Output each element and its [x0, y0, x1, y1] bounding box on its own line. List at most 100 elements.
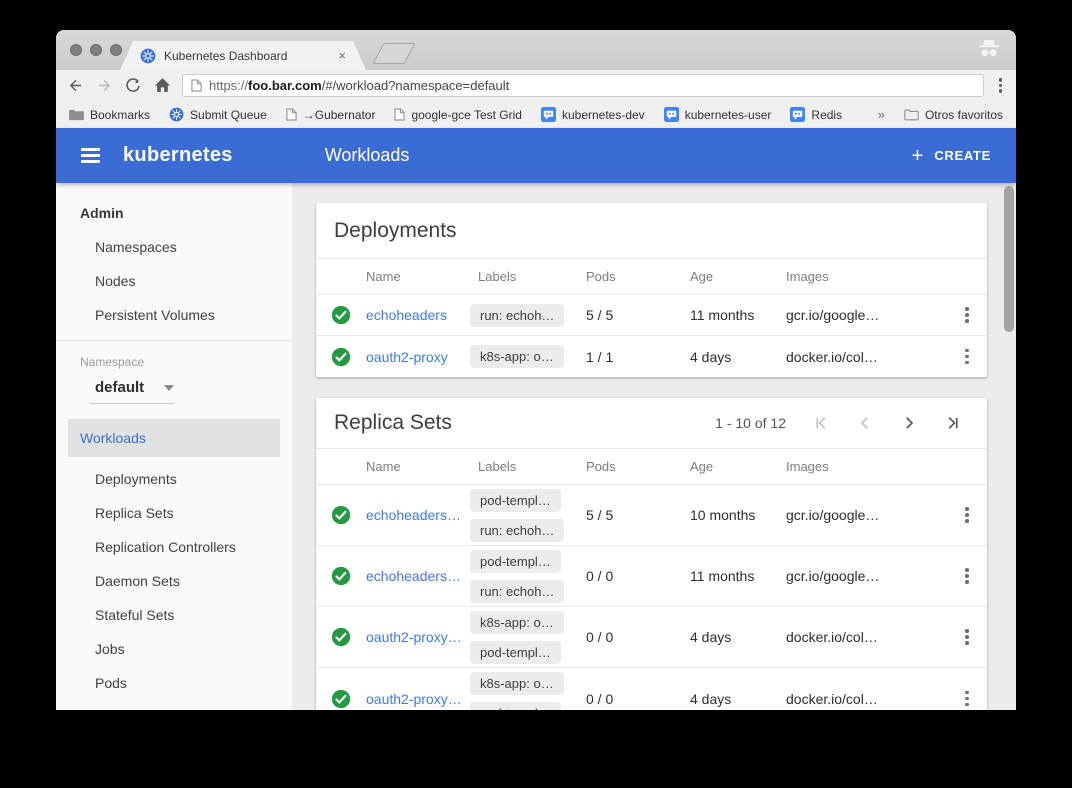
forward-icon[interactable] [95, 77, 113, 95]
window-controls [70, 44, 122, 56]
images-cell: docker.io/col… [786, 691, 947, 707]
scrollbar[interactable] [1002, 183, 1016, 710]
sidebar-item-stateful-sets[interactable]: Stateful Sets [56, 598, 292, 632]
namespace-select[interactable]: default [90, 379, 174, 404]
row-menu-icon[interactable] [961, 625, 973, 649]
desktop-background: { "colors": { "header_blue": "#3b6cd6", … [0, 0, 1072, 788]
sidebar-item-namespaces[interactable]: Namespaces [56, 230, 292, 264]
status-ok-icon [331, 305, 351, 325]
pagination: 1 - 10 of 12 [715, 414, 962, 432]
other-favorites-folder[interactable]: Otros favoritos [904, 108, 1003, 122]
bookmark-gubernator[interactable]: →Gubernator [286, 108, 376, 122]
sidebar-item-replication-controllers[interactable]: Replication Controllers [56, 530, 292, 564]
bookmark-kubernetes-dev[interactable]: kubernetes-dev [541, 107, 645, 122]
column-header-pods: Pods [586, 459, 690, 474]
bookmark-kubernetes-user[interactable]: kubernetes-user [664, 107, 772, 122]
pods-cell: 1 / 1 [586, 349, 690, 365]
browser-tab[interactable]: Kubernetes Dashboard × [120, 41, 366, 70]
row-menu-icon[interactable] [961, 345, 973, 369]
sidebar-item-replica-sets[interactable]: Replica Sets [56, 496, 292, 530]
replica-set-name-link[interactable]: oauth2-proxy… [366, 629, 478, 645]
status-ok-icon [331, 566, 351, 586]
bookmarks-overflow-chevron-icon[interactable]: » [878, 107, 885, 122]
pods-cell: 5 / 5 [586, 307, 690, 323]
bookmark-submit-queue[interactable]: Submit Queue [169, 107, 267, 122]
label-chip[interactable]: pod-templ… [470, 702, 561, 710]
images-cell: docker.io/col… [786, 629, 947, 645]
deployment-name-link[interactable]: oauth2-proxy [366, 349, 478, 365]
namespace-label: Namespace [56, 343, 292, 369]
pods-cell: 5 / 5 [586, 507, 690, 523]
scrollbar-thumb[interactable] [1004, 186, 1014, 332]
page-icon [394, 108, 405, 121]
bookmark-bookmarks-folder[interactable]: Bookmarks [69, 108, 150, 122]
new-tab-button[interactable] [372, 43, 415, 64]
label-chip[interactable]: run: echoh… [470, 519, 564, 542]
deployments-card: Deployments Name Labels Pods Age Images … [316, 203, 987, 377]
last-page-icon[interactable] [944, 414, 962, 432]
reload-icon[interactable] [124, 77, 142, 95]
zoom-window-button[interactable] [110, 44, 122, 56]
label-chip[interactable]: k8s-app: o… [470, 611, 564, 634]
url-text: https://foo.bar.com/#/workload?namespace… [209, 78, 509, 93]
browser-menu-icon[interactable] [995, 78, 1007, 93]
bookmark-redis[interactable]: Redis [790, 107, 842, 122]
images-cell: gcr.io/google… [786, 307, 947, 323]
pods-cell: 0 / 0 [586, 568, 690, 584]
minimize-window-button[interactable] [90, 44, 102, 56]
label-chip[interactable]: pod-templ… [470, 489, 561, 512]
column-header-images: Images [786, 459, 947, 474]
previous-page-icon[interactable] [856, 414, 874, 432]
row-menu-icon[interactable] [961, 687, 973, 710]
label-chip[interactable]: k8s-app: o… [470, 345, 564, 368]
label-chip[interactable]: run: echoh… [470, 304, 564, 327]
replica-sets-card-header: Replica Sets 1 - 10 of 12 [316, 398, 987, 448]
column-header-name: Name [366, 459, 478, 474]
sidebar-item-nodes[interactable]: Nodes [56, 264, 292, 298]
create-button[interactable]: + CREATE [912, 146, 991, 166]
tab-close-icon[interactable]: × [338, 49, 346, 62]
deployment-name-link[interactable]: echoheaders [366, 307, 478, 323]
replica-sets-table-header: Name Labels Pods Age Images [316, 448, 987, 485]
kubernetes-icon [169, 107, 184, 122]
close-window-button[interactable] [70, 44, 82, 56]
label-chip[interactable]: pod-templ… [470, 550, 561, 573]
table-row: echoheaders run: echoh… 5 / 5 11 months … [316, 295, 987, 336]
sidebar-item-admin[interactable]: Admin [56, 195, 292, 230]
deployments-card-title: Deployments [334, 219, 457, 243]
next-page-icon[interactable] [900, 414, 918, 432]
label-chip[interactable]: run: echoh… [470, 580, 564, 603]
replica-set-name-link[interactable]: echoheaders… [366, 507, 478, 523]
status-ok-icon [331, 689, 351, 709]
app-body: Admin Namespaces Nodes Persistent Volume… [56, 183, 1016, 710]
plus-icon: + [912, 146, 924, 166]
age-cell: 11 months [690, 568, 786, 584]
sidebar: Admin Namespaces Nodes Persistent Volume… [56, 183, 292, 710]
sidebar-item-workloads[interactable]: Workloads [68, 419, 280, 457]
row-menu-icon[interactable] [961, 303, 973, 327]
images-cell: docker.io/col… [786, 349, 947, 365]
label-chip[interactable]: pod-templ… [470, 641, 561, 664]
hamburger-menu-icon[interactable] [81, 148, 100, 163]
age-cell: 10 months [690, 507, 786, 523]
first-page-icon[interactable] [812, 414, 830, 432]
row-menu-icon[interactable] [961, 564, 973, 588]
bookmark-google-gce-test-grid[interactable]: google-gce Test Grid [394, 108, 522, 122]
sidebar-item-jobs[interactable]: Jobs [56, 632, 292, 666]
replica-set-name-link[interactable]: oauth2-proxy… [366, 691, 478, 707]
label-chip[interactable]: k8s-app: o… [470, 672, 564, 695]
page-icon [286, 108, 297, 121]
folder-icon [904, 109, 919, 121]
back-icon[interactable] [66, 77, 84, 95]
url-host: foo.bar.com [248, 78, 322, 93]
home-icon[interactable] [153, 77, 171, 95]
address-bar[interactable]: https://foo.bar.com/#/workload?namespace… [182, 74, 984, 97]
sidebar-item-deployments[interactable]: Deployments [56, 462, 292, 496]
replica-set-name-link[interactable]: echoheaders… [366, 568, 478, 584]
sidebar-item-persistent-volumes[interactable]: Persistent Volumes [56, 298, 292, 332]
sidebar-item-pods[interactable]: Pods [56, 666, 292, 700]
column-header-pods: Pods [586, 269, 690, 284]
sidebar-item-daemon-sets[interactable]: Daemon Sets [56, 564, 292, 598]
column-header-age: Age [690, 459, 786, 474]
row-menu-icon[interactable] [961, 503, 973, 527]
